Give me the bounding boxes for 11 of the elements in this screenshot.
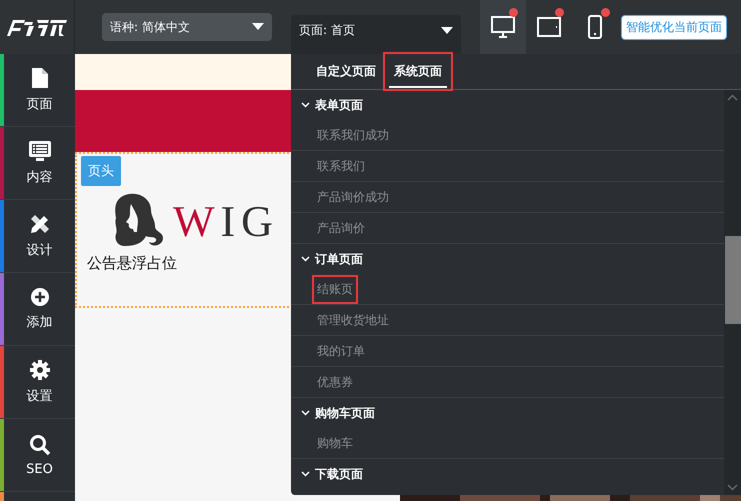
language-label: 语种: 简体中文 — [110, 18, 190, 36]
sidebar-label: 内容 — [26, 169, 52, 186]
sidebar-label: SEO — [26, 462, 53, 476]
sidebar-label: 添加 — [26, 314, 52, 331]
notice-placeholder: 公告悬浮占位 — [87, 254, 177, 273]
sidebar-label: 页面 — [26, 96, 52, 113]
page-label: 页面: 首页 — [299, 22, 355, 39]
block-tag: 页头 — [81, 156, 121, 186]
sidebar-label: 设置 — [26, 388, 52, 405]
sidebar-label: 设计 — [26, 242, 52, 259]
logo-text: WIG — [173, 196, 279, 246]
